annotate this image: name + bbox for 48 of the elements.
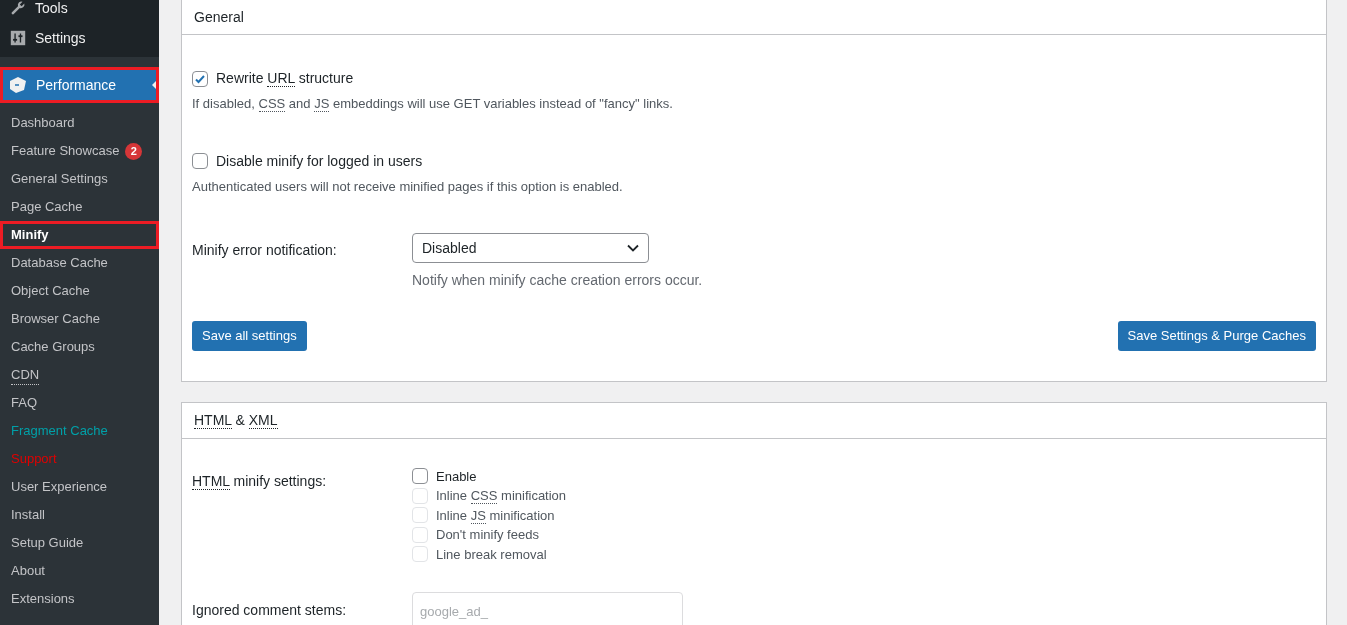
cube-icon [8, 76, 28, 94]
checkbox[interactable] [412, 468, 428, 485]
checkbox-label: Don't minify feeds [436, 526, 539, 544]
input-field[interactable]: google_ad_ [412, 591, 683, 625]
option-description: Authenticated users will not receive minified pages if this option is enabled. [192, 177, 624, 196]
field-label: Minify error notification: [192, 241, 338, 260]
sidebar-plugin-item[interactable]: Performance [0, 67, 159, 103]
sidebar-submenu-item[interactable]: Feature Showcase 2 [0, 137, 159, 165]
checkbox-label: Enable [436, 467, 477, 486]
sidebar-submenu-item[interactable]: Database Cache [0, 249, 159, 277]
save-button[interactable]: Save Settings & Purge Caches [1117, 321, 1316, 351]
sidebar-submenu-item[interactable]: FAQ [0, 389, 159, 417]
wrench-icon [9, 0, 27, 17]
sidebar-menu-item[interactable]: Settings [35, 27, 86, 49]
sidebar-submenu-item[interactable]: Fragment Cache [0, 417, 159, 445]
current-indicator-icon [152, 80, 157, 90]
sidebar-submenu-item[interactable]: Cache Groups [0, 333, 159, 361]
checkbox-label: Inline JS minification [436, 506, 555, 525]
sidebar-submenu-item[interactable]: Setup Guide [0, 529, 159, 557]
option-label: Rewrite URL structure [216, 69, 354, 89]
sidebar-submenu-item[interactable]: Browser Cache [0, 305, 159, 333]
option-label: Disable minify for logged in users [216, 151, 423, 171]
sliders-icon [9, 29, 27, 47]
sidebar-submenu-item[interactable]: Extensions [0, 585, 159, 613]
field-label: HTML minify settings: [192, 472, 328, 492]
dropdown[interactable]: Disabled [412, 233, 649, 263]
panel-title: General [194, 7, 244, 27]
sidebar-submenu-item[interactable]: CDN [0, 361, 159, 389]
sidebar-submenu-item[interactable]: Dashboard [0, 109, 159, 137]
checkbox-label: Inline CSS minification [436, 487, 567, 506]
count-badge: 2 [125, 142, 143, 160]
sidebar-submenu-item[interactable]: Minify [0, 221, 159, 249]
checkbox[interactable] [192, 153, 208, 169]
checkbox-label: Line break removal [436, 545, 547, 564]
field-label: Ignored comment stems: [192, 600, 348, 620]
sidebar-submenu-item[interactable]: Object Cache [0, 277, 159, 305]
sidebar-submenu-item[interactable]: Page Cache [0, 193, 159, 221]
sidebar-submenu-item[interactable]: Install [0, 501, 159, 529]
save-button[interactable]: Save all settings [192, 321, 307, 351]
sidebar-submenu-item[interactable]: About [0, 557, 159, 585]
sidebar-submenu-item[interactable]: User Experience [0, 473, 159, 501]
sidebar-menu-item[interactable]: Tools [35, 0, 68, 19]
option-description: If disabled, CSS and JS embeddings will use GET variables instead of "fancy" links. [192, 95, 674, 114]
checkbox[interactable] [192, 70, 208, 87]
field-description: Notify when minify cache creation errors occur. [412, 271, 703, 290]
panel-title: HTML & XML [194, 411, 278, 431]
sidebar-submenu-item[interactable]: General Settings [0, 165, 159, 193]
chevron-down-icon [627, 244, 639, 252]
